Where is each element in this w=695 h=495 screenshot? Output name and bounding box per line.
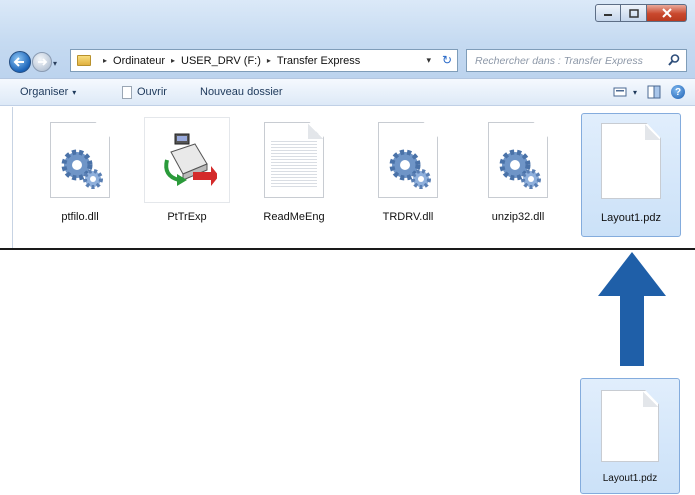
- breadcrumb-folder[interactable]: Transfer Express: [277, 55, 360, 67]
- breadcrumb-separator[interactable]: ▸: [103, 56, 107, 65]
- blank-document-icon: [601, 390, 659, 462]
- transfer-app-icon: [144, 117, 230, 203]
- close-icon: [661, 8, 672, 18]
- help-icon[interactable]: ?: [671, 85, 685, 99]
- file-item[interactable]: unzip32.dll: [471, 113, 565, 237]
- dll-gear-icon: [378, 122, 438, 198]
- back-button[interactable]: [9, 51, 31, 73]
- refresh-icon[interactable]: ↻: [442, 53, 452, 67]
- file-item[interactable]: ReadMeEng: [247, 113, 341, 237]
- arrow-up-icon: [598, 252, 666, 366]
- file-thumbnail: [144, 117, 230, 203]
- file-item[interactable]: TRDRV.dll: [361, 113, 455, 237]
- file-thumbnail: [251, 117, 337, 203]
- views-button[interactable]: ▾: [613, 86, 637, 98]
- dragged-file[interactable]: Layout1.pdz: [580, 378, 680, 494]
- breadcrumb-computer[interactable]: Ordinateur: [113, 55, 165, 67]
- breadcrumb-drive[interactable]: USER_DRV (F:): [181, 55, 261, 67]
- file-thumbnail: [475, 117, 561, 203]
- file-thumbnail: [590, 385, 670, 467]
- minimize-icon: [604, 14, 612, 16]
- command-bar: Organiser ▾ Ouvrir Nouveau dossier ▾ ?: [0, 78, 695, 106]
- dll-gear-icon: [488, 122, 548, 198]
- open-label: Ouvrir: [137, 86, 167, 98]
- file-name: ptfilo.dll: [61, 211, 99, 223]
- file-name: Layout1.pdz: [601, 212, 661, 224]
- breadcrumb-separator[interactable]: ▸: [267, 56, 271, 65]
- file-name: unzip32.dll: [491, 211, 545, 223]
- views-icon: [613, 87, 627, 97]
- file-thumbnail: [37, 117, 123, 203]
- dll-gear-icon: [50, 122, 110, 198]
- forward-arrow-icon: [38, 58, 48, 66]
- address-dropdown-icon[interactable]: ▾: [426, 55, 431, 66]
- recent-pages-dropdown[interactable]: ▾: [53, 59, 57, 68]
- view-controls: ▾ ?: [613, 85, 685, 99]
- file-name: ReadMeEng: [263, 211, 325, 223]
- file-item-selected[interactable]: Layout1.pdz: [581, 113, 681, 237]
- organise-label: Organiser: [20, 86, 69, 98]
- file-thumbnail: [365, 117, 451, 203]
- file-name: PtTrExp: [167, 211, 207, 223]
- organise-menu[interactable]: Organiser ▾: [20, 86, 76, 98]
- blank-document-icon: [601, 123, 661, 199]
- maximize-icon: [628, 8, 639, 18]
- folder-icon: [77, 55, 91, 66]
- preview-pane-icon[interactable]: [647, 85, 661, 99]
- explorer-window: ▾ ▸ Ordinateur ▸ USER_DRV (F:) ▸ Transfe…: [0, 0, 695, 250]
- minimize-button[interactable]: [595, 4, 621, 22]
- window-caption-buttons: [595, 4, 687, 22]
- chevron-down-icon: ▾: [72, 87, 77, 97]
- document-icon: [122, 85, 132, 99]
- forward-button[interactable]: [32, 52, 52, 72]
- search-placeholder: Rechercher dans : Transfer Express: [475, 54, 643, 67]
- address-bar[interactable]: ▸ Ordinateur ▸ USER_DRV (F:) ▸ Transfer …: [70, 49, 458, 72]
- search-icon[interactable]: [667, 53, 681, 67]
- file-name: TRDRV.dll: [382, 211, 434, 223]
- close-button[interactable]: [647, 4, 687, 22]
- breadcrumb-separator[interactable]: ▸: [171, 56, 175, 65]
- text-document-icon: [264, 122, 324, 198]
- new-folder-label: Nouveau dossier: [200, 86, 283, 98]
- file-list: ptfilo.dll PtTrExp ReadMeEng TRDRV.dll u…: [12, 107, 695, 248]
- dragged-file-name: Layout1.pdz: [602, 473, 658, 484]
- file-item[interactable]: ptfilo.dll: [33, 113, 127, 237]
- new-folder-button[interactable]: Nouveau dossier: [200, 86, 283, 98]
- window-chrome: ▾ ▸ Ordinateur ▸ USER_DRV (F:) ▸ Transfe…: [0, 0, 695, 78]
- file-thumbnail: [588, 118, 674, 204]
- file-item[interactable]: PtTrExp: [140, 113, 234, 237]
- chevron-down-icon: ▾: [632, 87, 637, 97]
- back-arrow-icon: [13, 57, 24, 67]
- search-input[interactable]: Rechercher dans : Transfer Express: [466, 49, 687, 72]
- maximize-button[interactable]: [621, 4, 647, 22]
- open-button[interactable]: Ouvrir: [122, 85, 167, 99]
